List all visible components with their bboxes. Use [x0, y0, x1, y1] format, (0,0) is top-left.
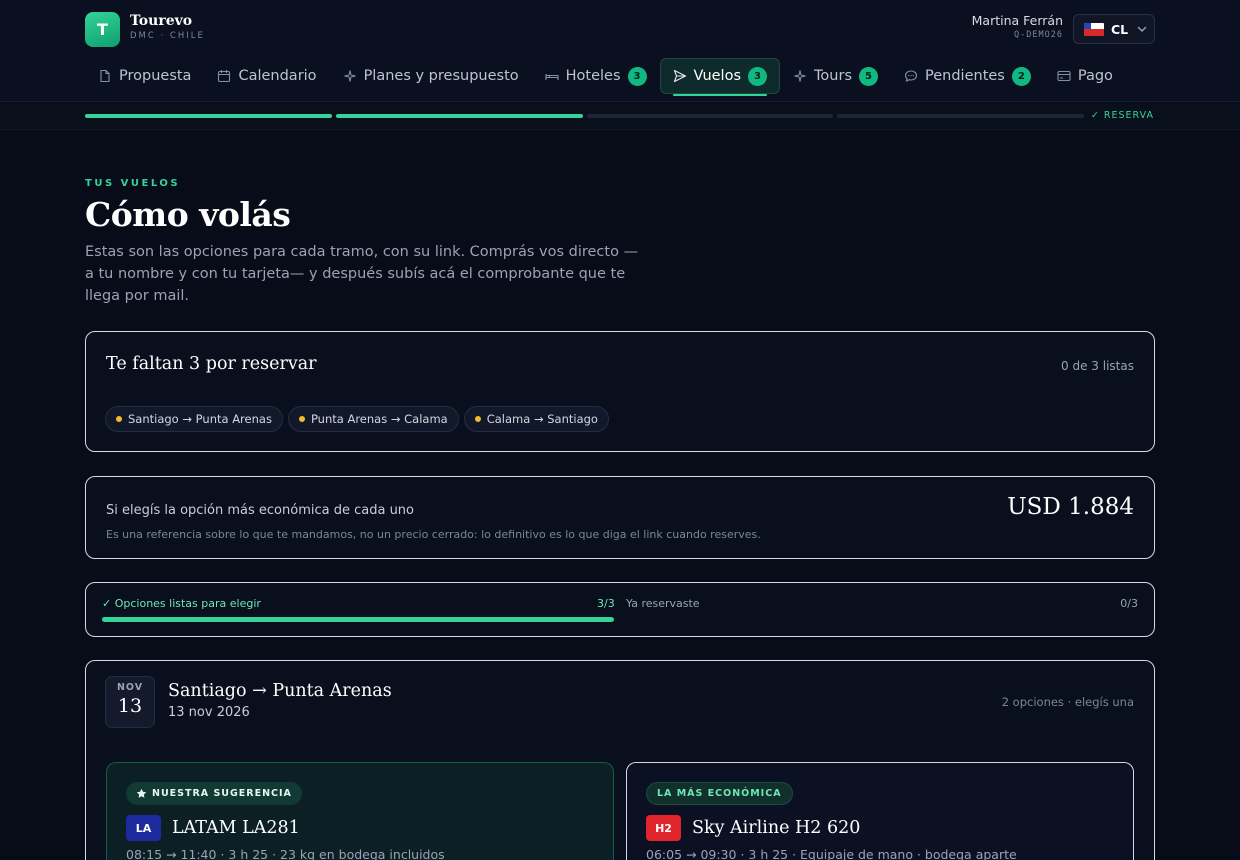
progress-segment: [837, 114, 1084, 118]
flight-details: 06:05 → 09:30 · 3 h 25 · Equipaje de man…: [646, 847, 1017, 860]
airline-row: LA LATAM LA281: [126, 815, 300, 841]
main-nav: Propuesta Calendario Planes y presupuest…: [85, 58, 1126, 96]
leg-chip-label: Punta Arenas → Calama: [310, 412, 448, 426]
leg-chip[interactable]: Santiago → Punta Arenas: [105, 406, 283, 432]
section-eyebrow: TUS VUELOS: [85, 178, 181, 189]
pending-card: Te faltan 3 por reservar 0 de 3 listas S…: [85, 331, 1155, 452]
cheapest-tag: LA MÁS ECONÓMICA: [646, 782, 793, 805]
tag-label: LA MÁS ECONÓMICA: [657, 788, 782, 799]
flight-name: LATAM LA281: [172, 818, 300, 838]
leg-route: Santiago → Punta Arenas: [168, 681, 392, 701]
count-badge: 3: [748, 66, 768, 86]
flight-leg-card: NOV 13 Santiago → Punta Arenas 13 nov 20…: [85, 660, 1155, 860]
chevron-down-icon: [1137, 26, 1147, 32]
progress-final-step: ✓ RESERVA: [1090, 110, 1154, 121]
country-selector[interactable]: CL: [1073, 14, 1155, 44]
user-name: Martina Ferrán: [971, 13, 1063, 28]
suggestion-tag: NUESTRA SUGERENCIA: [126, 782, 302, 805]
nav-label: Propuesta: [119, 68, 192, 84]
booked-label: Ya reservaste: [626, 597, 700, 610]
ready-progress-bar: [102, 617, 614, 622]
ready-label: ✓ Opciones listas para elegir: [102, 597, 261, 610]
nav-calendario[interactable]: Calendario: [204, 58, 329, 94]
nav-label: Pago: [1077, 68, 1113, 84]
ready-count: 3/3: [597, 597, 615, 610]
top-bar: T Tourevo DMC · CHILE Martina Ferrán Q-D…: [0, 0, 1240, 102]
status-card: ✓ Opciones listas para elegir 3/3 Ya res…: [85, 582, 1155, 637]
pending-legs: Santiago → Punta Arenas Punta Arenas → C…: [105, 406, 609, 432]
flight-name: Sky Airline H2 620: [692, 818, 861, 838]
quote-code: Q-DEMO26: [1014, 30, 1063, 40]
nav-label: Hoteles: [565, 68, 621, 84]
tag-label: NUESTRA SUGERENCIA: [152, 788, 292, 799]
bed-icon: [545, 74, 559, 80]
leg-chip-label: Santiago → Punta Arenas: [128, 412, 272, 426]
nav-propuesta[interactable]: Propuesta: [85, 58, 204, 94]
brand-subtitle: DMC · CHILE: [130, 31, 205, 41]
star-icon: [136, 788, 147, 798]
arrow-icon: →: [252, 681, 267, 701]
count-badge: 3: [627, 66, 647, 86]
count-badge: 5: [859, 66, 879, 86]
card-icon: [1057, 70, 1071, 82]
page-title: Cómo volás: [85, 195, 291, 234]
leg-chip-label: Calama → Santiago: [486, 412, 598, 426]
intro-text: Estas son las opciones para cada tramo, …: [85, 244, 639, 304]
nav-label: Pendientes: [925, 68, 1005, 84]
booked-count: 0/3: [1120, 597, 1138, 610]
nav-label: Vuelos: [693, 68, 742, 84]
leg-options-note: 2 opciones · elegís una: [1001, 695, 1134, 709]
leg-date-badge: NOV 13: [105, 676, 155, 728]
chat-icon: [904, 70, 918, 83]
count-badge: 2: [1011, 66, 1031, 86]
leg-destination: Punta Arenas: [272, 681, 392, 701]
sparkle-icon: [343, 70, 356, 82]
send-icon: [673, 69, 686, 83]
nav-pendientes[interactable]: Pendientes 2: [891, 58, 1044, 94]
airline-row: H2 Sky Airline H2 620: [646, 815, 860, 841]
calendar-icon: [218, 70, 231, 83]
nav-pago[interactable]: Pago: [1044, 58, 1126, 94]
nav-label: Planes y presupuesto: [363, 68, 519, 84]
chile-flag-icon: [1084, 22, 1104, 36]
brand-name: Tourevo: [130, 13, 193, 29]
airline-logo: LA: [126, 815, 161, 841]
nav-planes[interactable]: Planes y presupuesto: [330, 58, 532, 94]
nav-vuelos[interactable]: Vuelos 3: [659, 58, 781, 96]
estimate-card: Si elegís la opción más económica de cad…: [85, 476, 1155, 559]
nav-label: Calendario: [238, 68, 317, 84]
pending-dot-icon: [116, 416, 122, 422]
airline-logo: H2: [646, 815, 681, 841]
pending-title: Te faltan 3 por reservar: [106, 354, 317, 374]
flight-option-cheapest[interactable]: LA MÁS ECONÓMICA H2 Sky Airline H2 620 0…: [626, 762, 1134, 860]
leg-chip[interactable]: Punta Arenas → Calama: [287, 406, 459, 432]
estimate-amount: USD 1.884: [1007, 494, 1134, 520]
pending-dot-icon: [298, 416, 305, 422]
nav-tours[interactable]: Tours 5: [780, 58, 891, 94]
booking-progress: ✓ RESERVA: [0, 103, 1240, 130]
progress-segment: [85, 114, 332, 118]
nav-label: Tours: [814, 68, 853, 84]
document-icon: [100, 69, 110, 83]
sparkle-icon: [794, 70, 806, 82]
leg-chip[interactable]: Calama → Santiago: [463, 406, 609, 432]
leg-full-date: 13 nov 2026: [168, 705, 250, 720]
nav-hoteles[interactable]: Hoteles 3: [532, 58, 660, 94]
estimate-label: Si elegís la opción más económica de cad…: [106, 503, 415, 518]
ready-progress-fill: [102, 617, 614, 622]
estimate-note: Es una referencia sobre lo que te mandam…: [106, 528, 761, 541]
pending-dot-icon: [474, 416, 481, 422]
leg-day: 13: [117, 695, 143, 717]
leg-origin: Santiago: [168, 681, 247, 701]
brand-logo[interactable]: T: [85, 12, 120, 47]
pending-count: 0 de 3 listas: [1061, 359, 1134, 373]
flight-details: 08:15 → 11:40 · 3 h 25 · 23 kg en bodega…: [126, 847, 445, 860]
country-code: CL: [1111, 21, 1129, 37]
flight-option-suggested[interactable]: NUESTRA SUGERENCIA LA LATAM LA281 08:15 …: [106, 762, 614, 860]
progress-segment: [335, 114, 583, 118]
progress-segment: [586, 114, 834, 118]
leg-month: NOV: [116, 682, 144, 693]
